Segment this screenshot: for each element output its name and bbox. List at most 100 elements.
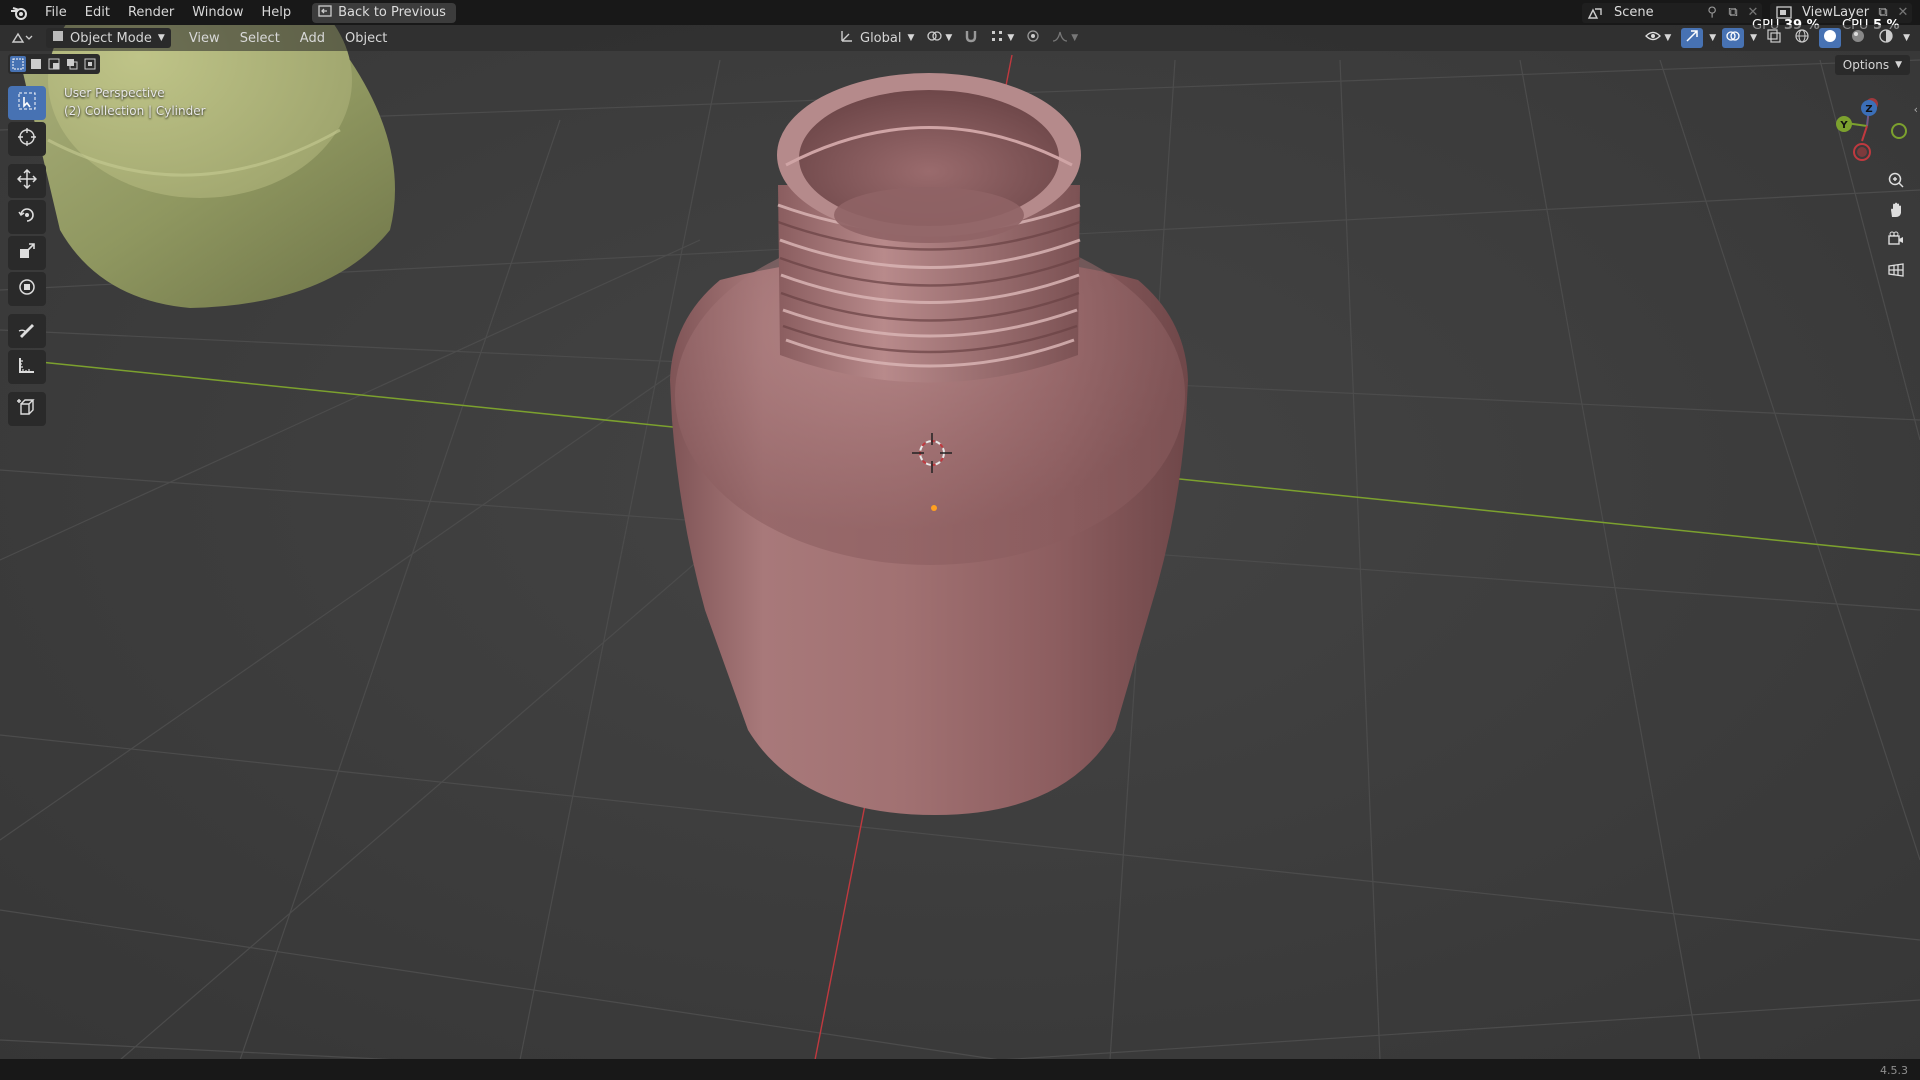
- pin-icon[interactable]: ⚲: [1702, 5, 1722, 20]
- measure-tool[interactable]: [8, 350, 46, 384]
- snap-target-dropdown[interactable]: ▼: [986, 28, 1018, 48]
- transform-tool[interactable]: [8, 272, 46, 306]
- scene-icon: [1582, 3, 1610, 23]
- scale-tool[interactable]: [8, 236, 46, 270]
- transform-orientation-label: Global: [860, 30, 902, 46]
- snap-toggle[interactable]: [960, 28, 982, 48]
- select-invert-icon[interactable]: [64, 56, 80, 72]
- material-sphere-icon: [1851, 29, 1865, 47]
- pan-button[interactable]: [1882, 198, 1910, 226]
- ortho-grid-icon: [1887, 261, 1905, 283]
- menu-view[interactable]: View: [179, 31, 230, 46]
- falloff-curve-icon: [1052, 29, 1068, 47]
- new-scene-icon[interactable]: ⧉: [1722, 5, 1744, 20]
- cursor-icon: [17, 127, 37, 151]
- back-to-previous-button[interactable]: Back to Previous: [312, 2, 456, 23]
- menu-select[interactable]: Select: [230, 31, 290, 46]
- zoom-icon: [1887, 171, 1905, 193]
- top-menu-bar: File Edit Render Window Help Back to Pre…: [0, 0, 1920, 25]
- add-cube-tool[interactable]: [8, 392, 46, 426]
- collection-info-label: (2) Collection | Cylinder: [64, 104, 206, 118]
- select-box-tool[interactable]: [8, 86, 46, 120]
- gizmo-arrow-icon: [1685, 29, 1699, 47]
- chevron-down-icon: ▼: [945, 33, 953, 43]
- wireframe-sphere-icon: [1795, 29, 1809, 47]
- chevron-down-icon[interactable]: ▼: [1750, 33, 1757, 43]
- menu-window[interactable]: Window: [183, 5, 252, 20]
- annotate-icon: [17, 319, 37, 343]
- scene-selector[interactable]: Scene ⚲ ⧉ ✕: [1582, 2, 1762, 23]
- add-cube-icon: [17, 397, 37, 421]
- select-new-icon[interactable]: [10, 56, 26, 72]
- chevron-down-icon: ▼: [1895, 60, 1902, 70]
- menu-render[interactable]: Render: [119, 5, 183, 20]
- xray-toggle[interactable]: [1763, 28, 1785, 48]
- move-tool[interactable]: [8, 164, 46, 198]
- chevron-down-icon: ▼: [1664, 33, 1672, 43]
- menu-edit[interactable]: Edit: [76, 5, 119, 20]
- object-mode-icon: [52, 30, 64, 46]
- menu-add[interactable]: Add: [290, 31, 335, 46]
- move-icon: [16, 168, 38, 193]
- proportional-edit-icon: [1026, 29, 1040, 47]
- camera-icon: [1887, 231, 1905, 253]
- navigation-gizmo[interactable]: Z Y: [1820, 90, 1920, 170]
- shading-material-button[interactable]: [1847, 28, 1869, 48]
- overlays-toggle[interactable]: [1722, 28, 1745, 48]
- object-mode-label: Object Mode: [70, 30, 152, 46]
- shading-rendered-button[interactable]: [1875, 28, 1897, 48]
- gizmo-z-label: Z: [1865, 104, 1872, 115]
- scene-name: Scene: [1614, 5, 1654, 20]
- cursor-tool[interactable]: [8, 122, 46, 156]
- blender-logo-icon[interactable]: [8, 2, 30, 24]
- measure-icon: [17, 355, 37, 379]
- select-subtract-icon[interactable]: [46, 56, 62, 72]
- view-name-label: User Perspective: [64, 86, 165, 100]
- pan-icon: [1887, 201, 1905, 223]
- select-intersect-icon[interactable]: [82, 56, 98, 72]
- rendered-sphere-icon: [1879, 29, 1893, 47]
- gizmo-toggle[interactable]: [1681, 28, 1704, 48]
- pivot-point-dropdown[interactable]: ▼: [922, 28, 956, 48]
- annotate-tool[interactable]: [8, 314, 46, 348]
- snap-grid-icon: [990, 29, 1004, 47]
- selection-mode-buttons: [8, 54, 100, 74]
- proportional-falloff-dropdown[interactable]: ▼: [1048, 28, 1082, 48]
- proportional-edit-toggle[interactable]: [1022, 28, 1044, 48]
- chevron-down-icon[interactable]: ▼: [1903, 33, 1910, 43]
- solid-sphere-icon: [1823, 29, 1837, 47]
- pivot-icon: [926, 29, 943, 47]
- menu-object[interactable]: Object: [335, 31, 397, 46]
- menu-help[interactable]: Help: [253, 5, 301, 20]
- gizmo-neg-y-icon[interactable]: [1891, 123, 1907, 139]
- snap-magnet-icon: [964, 29, 978, 47]
- chevron-down-icon[interactable]: ▼: [1709, 33, 1716, 43]
- object-mode-dropdown[interactable]: Object Mode ▼: [46, 28, 171, 48]
- viewport-header: Object Mode ▼ View Select Add Object Glo…: [0, 25, 1920, 51]
- chevron-down-icon: ▼: [1007, 33, 1015, 43]
- eye-icon: [1645, 30, 1662, 46]
- options-label: Options: [1842, 58, 1890, 72]
- menu-file[interactable]: File: [36, 5, 76, 20]
- zoom-button[interactable]: [1882, 168, 1910, 196]
- back-icon: [318, 4, 332, 21]
- shading-wireframe-button[interactable]: [1791, 28, 1813, 48]
- xray-icon: [1767, 29, 1781, 47]
- chevron-down-icon: ▼: [1071, 33, 1079, 43]
- select-extend-icon[interactable]: [28, 56, 44, 72]
- tool-shelf: [8, 86, 48, 428]
- viewport-3d[interactable]: [0, 0, 1920, 1080]
- ortho-toggle-button[interactable]: [1882, 258, 1910, 286]
- shading-solid-button[interactable]: [1819, 28, 1842, 48]
- options-dropdown[interactable]: Options ▼: [1834, 55, 1910, 75]
- camera-view-button[interactable]: [1882, 228, 1910, 256]
- rotate-icon: [17, 205, 37, 229]
- version-label: 4.5.3: [1880, 1064, 1908, 1077]
- back-to-previous-label: Back to Previous: [338, 5, 446, 20]
- scale-icon: [17, 241, 37, 265]
- editor-type-icon[interactable]: [6, 27, 40, 49]
- transform-orientation-dropdown[interactable]: Global ▼: [836, 28, 918, 48]
- visibility-dropdown[interactable]: ▼: [1641, 28, 1675, 48]
- rotate-tool[interactable]: [8, 200, 46, 234]
- overlays-icon: [1726, 29, 1740, 47]
